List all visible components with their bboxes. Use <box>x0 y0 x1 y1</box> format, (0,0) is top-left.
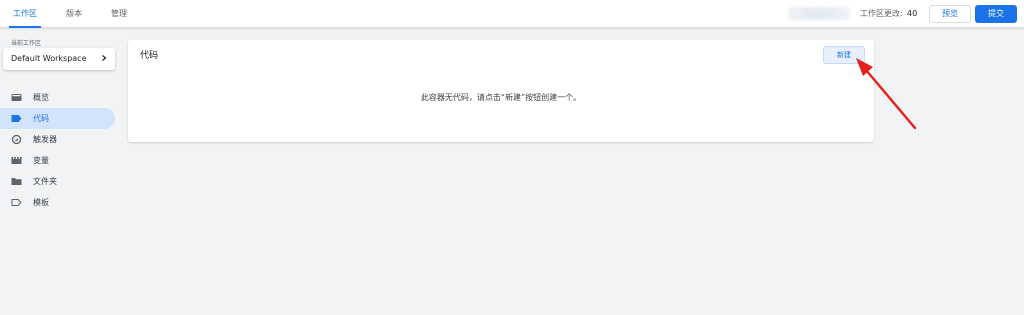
folder-icon <box>11 178 22 185</box>
chevron-right-icon <box>102 55 107 61</box>
tag-icon <box>11 115 22 122</box>
overview-icon <box>11 94 22 101</box>
sidebar-item-label: 模板 <box>33 198 49 207</box>
template-icon <box>11 199 22 206</box>
sidebar-item-label: 触发器 <box>33 135 57 144</box>
trigger-icon <box>11 135 22 144</box>
sidebar-item-triggers[interactable]: 触发器 <box>0 129 115 150</box>
tab-versions[interactable]: 版本 <box>58 0 90 28</box>
sidebar-item-overview[interactable]: 概览 <box>0 87 115 108</box>
sidebar-item-label: 概览 <box>33 93 49 102</box>
preview-button[interactable]: 预览 <box>929 5 971 23</box>
sidebar-item-templates[interactable]: 模板 <box>0 192 115 213</box>
sidebar-item-tags[interactable]: 代码 <box>0 108 115 129</box>
top-bar: 工作区 版本 管理 工作区更改: 40 预览 提交 <box>0 0 1024 28</box>
new-tag-button[interactable]: 新建 <box>823 46 865 64</box>
current-workspace-label: 当前工作区 <box>11 40 42 47</box>
workspace-name: Default Workspace <box>11 54 87 63</box>
sidebar-item-label: 文件夹 <box>33 177 57 186</box>
workspace-selector[interactable]: Default Workspace <box>3 48 115 70</box>
sidebar-item-variables[interactable]: 变量 <box>0 150 115 171</box>
empty-state-message: 此容器无代码，请点击“新建”按钮创建一个。 <box>420 93 582 102</box>
sidebar-item-label: 代码 <box>33 114 49 123</box>
tab-workspace[interactable]: 工作区 <box>9 0 41 28</box>
submit-button[interactable]: 提交 <box>975 5 1017 23</box>
page-title: 代码 <box>140 51 159 61</box>
workspace-changes-count: 40 <box>907 9 918 18</box>
sidebar-item-label: 变量 <box>33 156 49 165</box>
tab-admin[interactable]: 管理 <box>103 0 135 28</box>
variable-icon <box>11 157 22 164</box>
workspace-changes-label: 工作区更改: <box>860 9 903 18</box>
tags-card: 代码 新建 此容器无代码，请点击“新建”按钮创建一个。 <box>128 40 874 142</box>
sidebar-item-folders[interactable]: 文件夹 <box>0 171 115 192</box>
account-info-redacted <box>788 7 850 20</box>
